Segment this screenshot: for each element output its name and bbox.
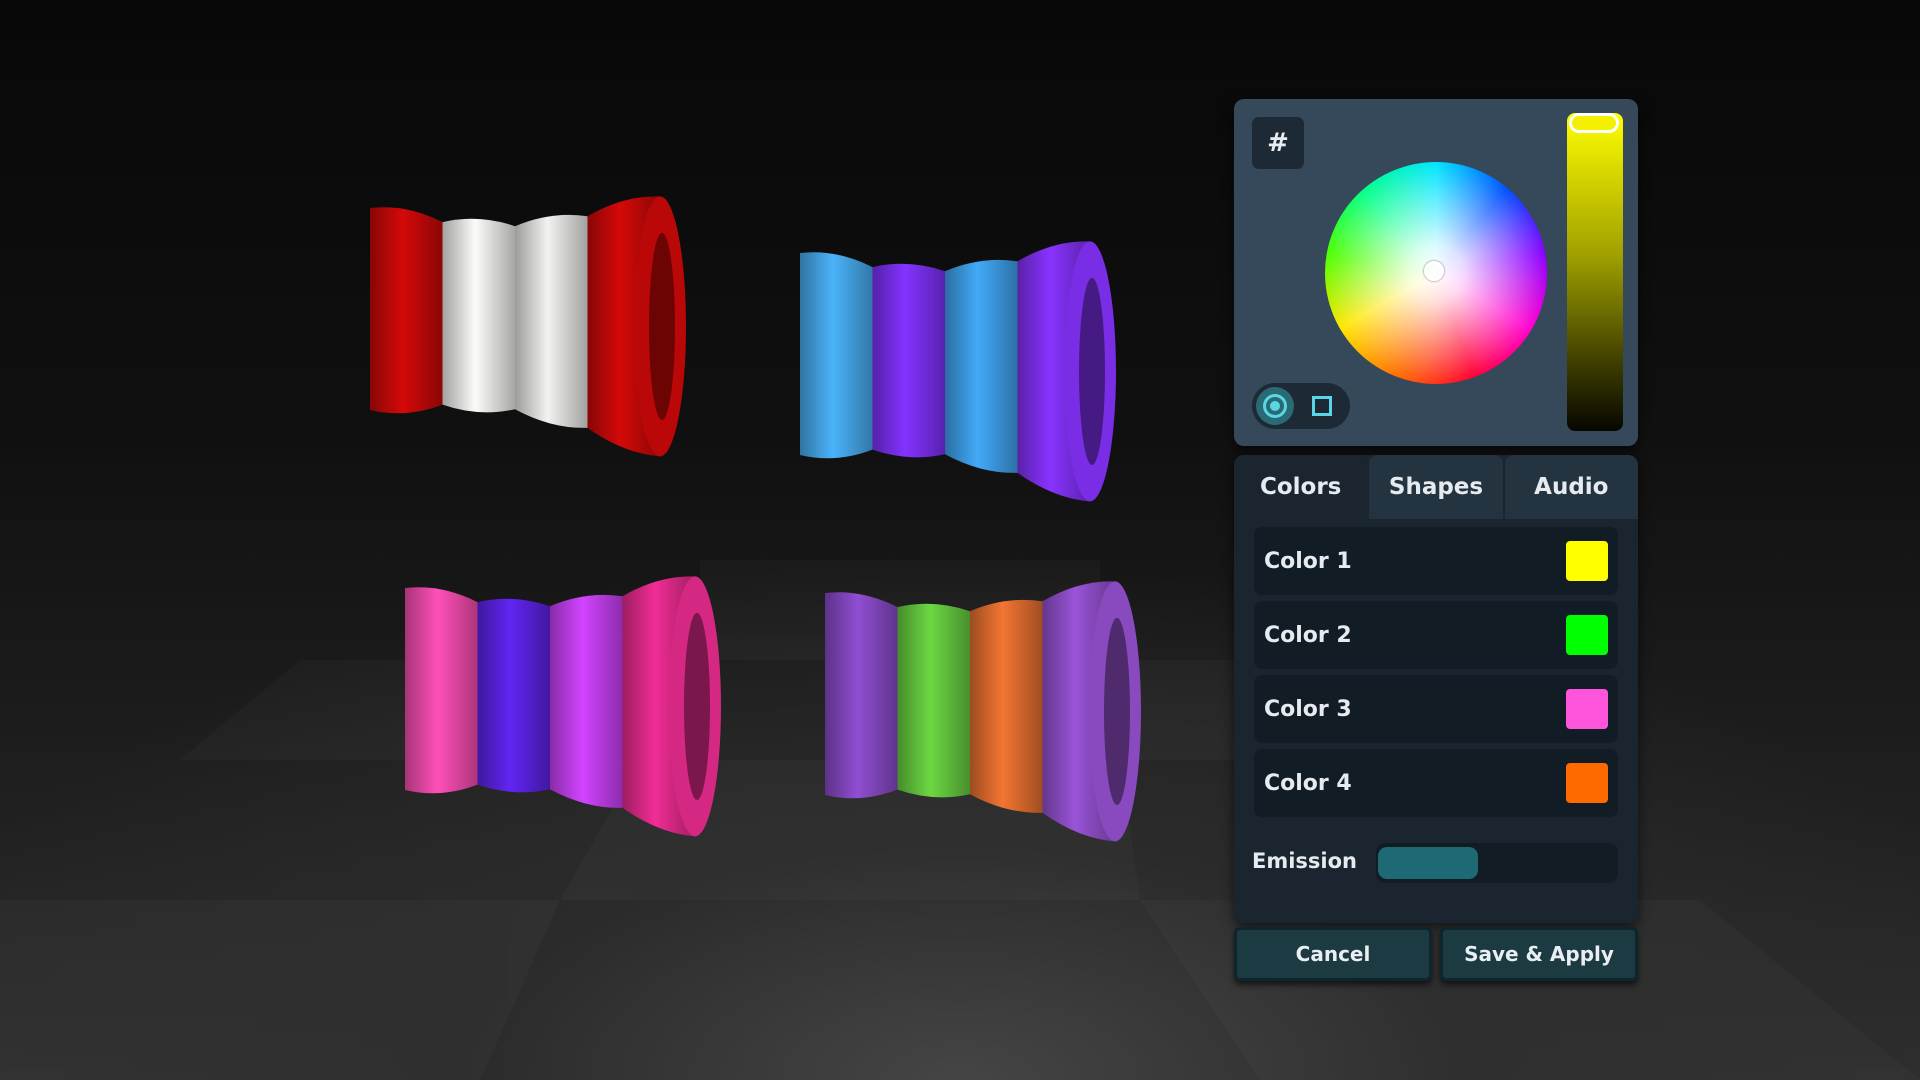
color-row-2[interactable]: Color 2 [1254,601,1618,669]
color-swatch[interactable] [1566,541,1608,581]
circle-mode-button[interactable] [1256,387,1294,425]
purple-green-orange-object[interactable] [815,565,1155,885]
settings-panel: Colors Shapes Audio Color 1 Color 2 Colo… [1234,455,1638,923]
red-white-object[interactable] [360,180,700,500]
color-label: Color 3 [1264,696,1352,722]
emission-label: Emission [1252,849,1357,873]
color-wheel[interactable] [1325,162,1547,384]
color-row-1[interactable]: Color 1 [1254,527,1618,595]
color-label: Color 1 [1264,548,1352,574]
object-band [370,207,443,414]
color-picker-panel: # [1234,99,1638,446]
object-band [550,594,623,808]
save-apply-button[interactable]: Save & Apply [1440,927,1638,981]
color-list: Color 1 Color 2 Color 3 Color 4 [1254,527,1618,823]
object-band [515,214,588,428]
object-band [897,603,970,798]
tab-colors[interactable]: Colors [1234,455,1368,519]
object-band [872,263,945,458]
object-hole [684,612,710,800]
square-icon [1312,396,1332,416]
object-hole [1079,277,1105,465]
color-row-4[interactable]: Color 4 [1254,749,1618,817]
color-wheel-handle[interactable] [1424,261,1444,281]
object-band [477,598,550,793]
blue-purple-object[interactable] [790,225,1130,545]
color-swatch[interactable] [1566,615,1608,655]
brightness-slider-handle[interactable] [1569,113,1619,133]
color-label: Color 2 [1264,622,1352,648]
color-row-3[interactable]: Color 3 [1254,675,1618,743]
color-label: Color 4 [1264,770,1352,796]
emission-slider-fill[interactable] [1378,847,1478,879]
object-band [825,592,898,799]
object-band [800,252,873,459]
tab-audio[interactable]: Audio [1504,455,1638,519]
hex-input-button[interactable]: # [1252,117,1304,169]
square-mode-button[interactable] [1310,394,1334,418]
object-band [442,218,515,413]
circle-icon [1263,394,1287,418]
object-band [970,599,1043,813]
color-swatch[interactable] [1566,763,1608,803]
cancel-button[interactable]: Cancel [1234,927,1432,981]
tab-bar: Colors Shapes Audio [1234,455,1638,519]
object-band [405,587,478,794]
tab-shapes[interactable]: Shapes [1369,455,1503,519]
emission-row: Emission [1252,843,1618,883]
picker-shape-toggle[interactable] [1252,383,1350,429]
brightness-slider[interactable] [1567,113,1623,431]
color-swatch[interactable] [1566,689,1608,729]
pink-purple-object[interactable] [395,560,735,880]
object-band [945,259,1018,473]
object-hole [649,232,675,420]
emission-slider[interactable] [1376,843,1618,883]
object-hole [1104,617,1130,805]
